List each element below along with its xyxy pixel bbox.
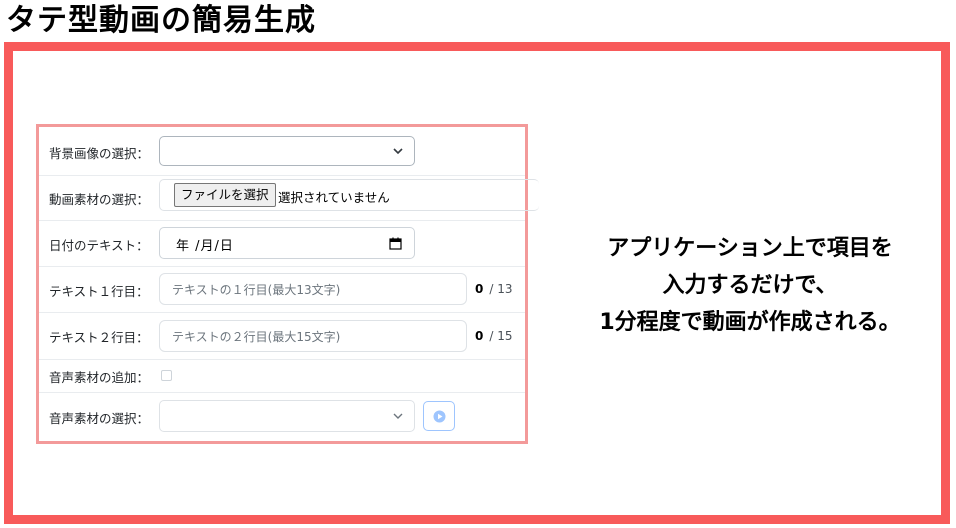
date-input[interactable]: 年 /月/日 [159,227,415,259]
date-value: 年 /月/日 [176,239,234,254]
text-line1-counter: 0 / 13 [475,282,513,296]
text-line2-count: 0 [475,329,484,343]
video-form-panel: 背景画像の選択： 動画素材の選択： ファイルを選択 選択されていません 日付のテ… [36,124,539,444]
audio-select[interactable] [159,400,415,432]
background-select-row: 背景画像の選択： [39,127,525,176]
description-caption: アプリケーション上で項目を 入力するだけで、 1分程度で動画が作成される。 [560,230,940,341]
video-file-row: 動画素材の選択： ファイルを選択 選択されていません [39,175,539,221]
file-status-text: 選択されていません [278,190,390,205]
text-line2-placeholder: テキストの２行目(最大15文字) [172,330,341,344]
audio-add-label: 音声素材の追加： [49,370,150,385]
page-title: タテ型動画の簡易生成 [6,3,316,38]
audio-select-label: 音声素材の選択： [49,411,150,426]
audio-select-row: 音声素材の選択： [39,392,525,441]
caption-line-2: 入力するだけで、 [662,273,838,298]
caption-line-3: 1分程度で動画が作成される。 [599,310,901,335]
play-audio-button[interactable] [423,401,455,431]
background-select[interactable] [159,136,415,166]
chevron-down-icon [393,148,403,155]
background-select-label: 背景画像の選択： [49,146,150,161]
text-line2-max: / 15 [489,329,513,343]
video-file-label: 動画素材の選択： [49,192,150,207]
text-line2-counter: 0 / 15 [475,329,513,343]
text-line2-row: テキスト２行目： テキストの２行目(最大15文字) 0 / 15 [39,312,525,360]
play-icon [433,410,446,423]
text-line1-max: / 13 [489,282,513,296]
text-line2-input[interactable]: テキストの２行目(最大15文字) [159,320,467,352]
text-line2-label: テキスト２行目： [49,330,149,345]
calendar-icon[interactable] [389,237,402,250]
audio-add-row: 音声素材の追加： [39,359,525,393]
video-file-input[interactable]: ファイルを選択 選択されていません [159,179,539,211]
date-label: 日付のテキスト： [49,238,149,253]
text-line1-label: テキスト１行目： [49,284,149,299]
text-line1-count: 0 [475,282,484,296]
text-line1-input[interactable]: テキストの１行目(最大13文字) [159,273,467,305]
caption-line-1: アプリケーション上で項目を [607,236,893,261]
text-line1-placeholder: テキストの１行目(最大13文字) [172,283,341,297]
text-line1-row: テキスト１行目： テキストの１行目(最大13文字) 0 / 13 [39,266,525,313]
choose-file-button[interactable]: ファイルを選択 [174,183,276,207]
audio-add-checkbox[interactable] [161,370,172,381]
date-row: 日付のテキスト： 年 /月/日 [39,220,525,267]
chevron-down-icon [393,413,403,419]
